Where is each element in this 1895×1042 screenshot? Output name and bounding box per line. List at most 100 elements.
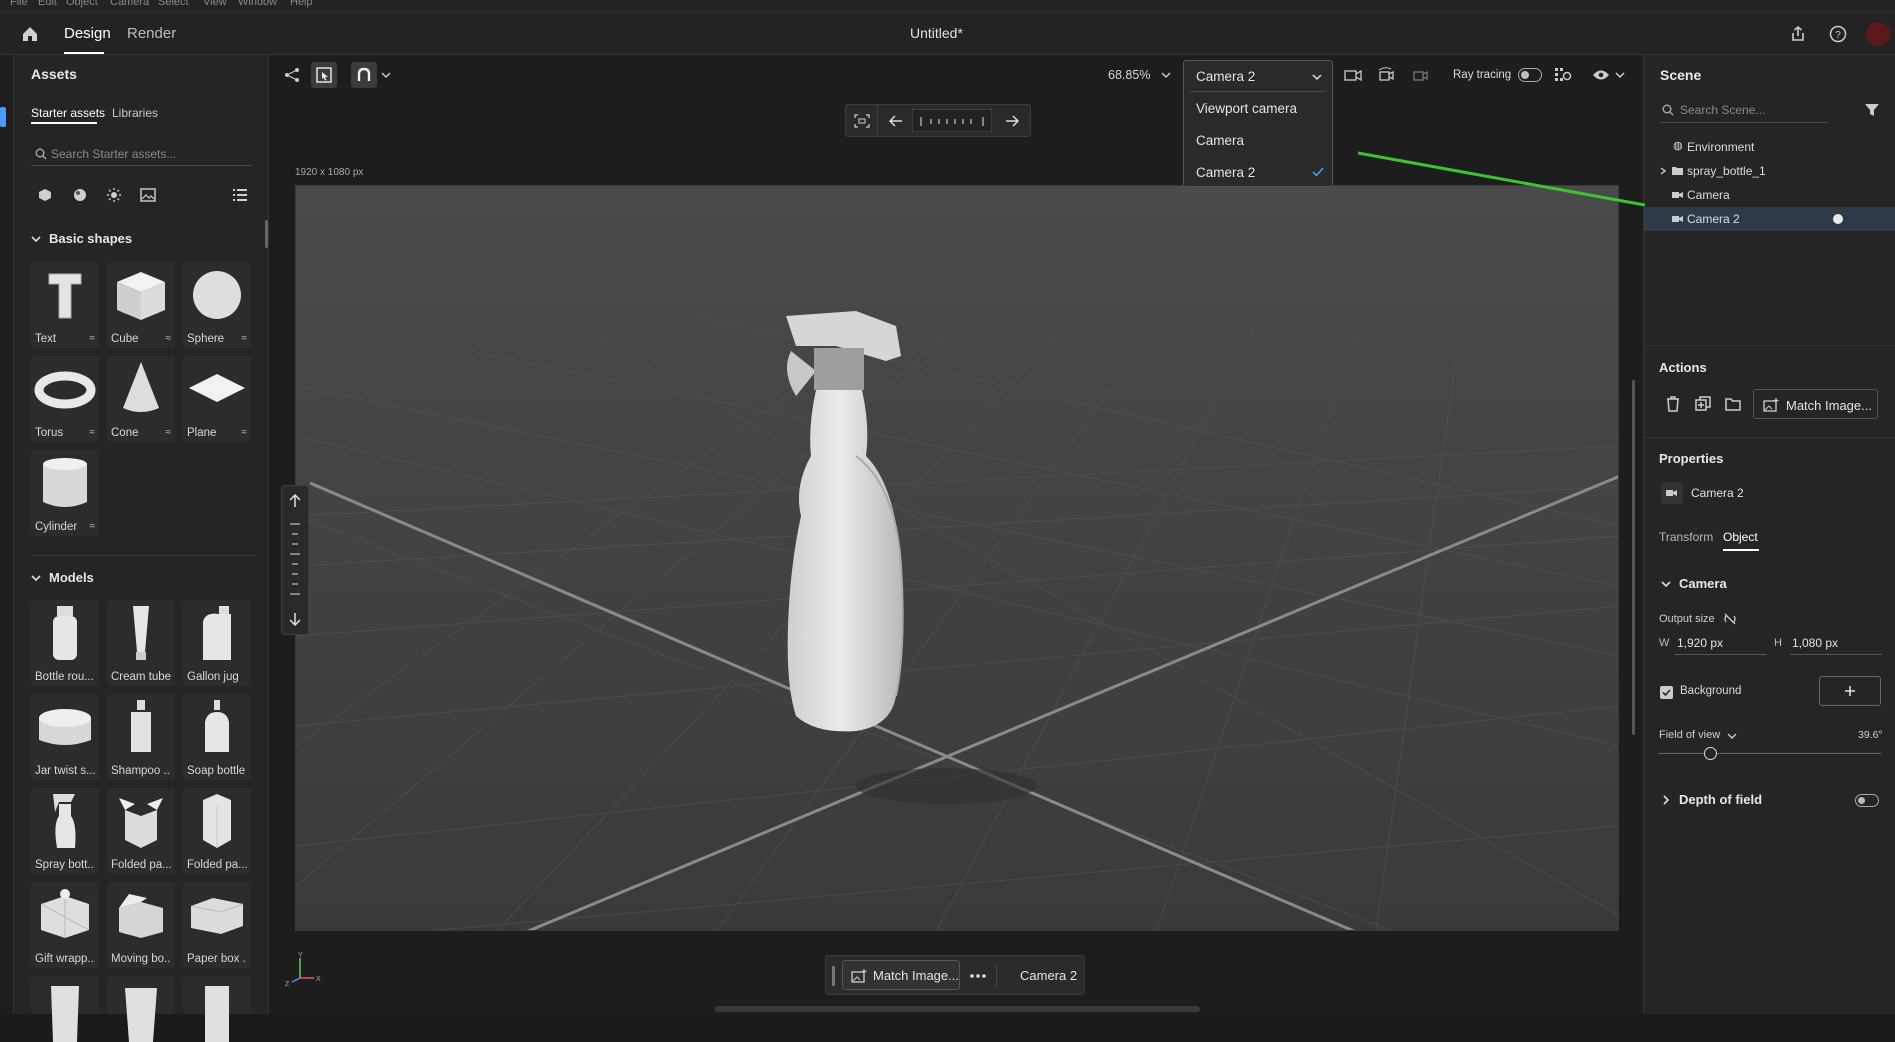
asset-tile-text[interactable]: Text ≈ <box>31 262 99 348</box>
arrow-up-icon[interactable] <box>282 486 308 516</box>
depth-of-field-section-header[interactable]: Depth of field <box>1659 791 1879 811</box>
asset-tile-model[interactable]: Gallon jug <box>183 600 251 686</box>
height-input[interactable]: 1,080 px <box>1790 631 1882 655</box>
folder-icon[interactable] <box>1722 393 1744 415</box>
filter-icon[interactable] <box>1862 100 1882 120</box>
asset-tile-cube[interactable]: Cube ≈ <box>107 262 175 348</box>
arrow-down-icon[interactable] <box>282 604 308 634</box>
vertical-scrub-slider[interactable] <box>285 520 305 600</box>
asset-tile-model[interactable]: Moving bo... <box>107 882 175 968</box>
horizontal-scrollbar[interactable] <box>715 1006 1200 1012</box>
fov-label[interactable]: Field of view <box>1659 729 1720 741</box>
list-view-icon[interactable] <box>230 185 250 205</box>
add-background-button[interactable] <box>1819 676 1881 706</box>
fov-slider-track[interactable] <box>1659 753 1881 754</box>
trash-icon[interactable] <box>1662 393 1684 415</box>
tab-render[interactable]: Render <box>127 25 176 42</box>
adjust-icon[interactable]: ≈ <box>90 427 96 438</box>
adjust-icon[interactable]: ≈ <box>242 333 248 344</box>
asset-tile-model-partial[interactable] <box>183 976 251 1042</box>
images-filter-icon[interactable] <box>138 185 158 205</box>
tab-design[interactable]: Design <box>64 25 111 42</box>
match-image-button[interactable]: Match Image... <box>842 960 960 990</box>
camera-section-header[interactable]: Camera <box>1659 575 1859 593</box>
models-filter-icon[interactable] <box>35 185 55 205</box>
help-icon[interactable]: ? <box>1826 22 1850 46</box>
unlink-icon[interactable] <box>1723 613 1737 625</box>
menu-select[interactable]: Select <box>158 0 189 8</box>
scene-item-camera[interactable]: Camera <box>1643 183 1895 207</box>
render-settings-icon[interactable] <box>1552 65 1574 85</box>
adjust-icon[interactable]: ≈ <box>242 427 248 438</box>
basic-shapes-section-header[interactable]: Basic shapes <box>31 230 231 248</box>
camera-locked-icon[interactable] <box>1409 65 1431 85</box>
menu-edit[interactable]: Edit <box>38 0 57 8</box>
scene-item-spray-bottle[interactable]: spray_bottle_1 <box>1643 159 1895 183</box>
menu-camera[interactable]: Camera <box>110 0 149 8</box>
asset-tile-cylinder[interactable]: Cylinder ≈ <box>31 450 99 536</box>
camera-orbit-icon[interactable] <box>1375 65 1397 85</box>
avatar[interactable] <box>1866 22 1890 46</box>
menu-window[interactable]: Window <box>238 0 277 8</box>
menu-object[interactable]: Object <box>66 0 98 8</box>
materials-filter-icon[interactable] <box>70 185 90 205</box>
menu-file[interactable]: File <box>10 0 28 8</box>
menu-view[interactable]: View <box>203 0 227 8</box>
viewport[interactable] <box>295 185 1619 931</box>
chevron-down-icon[interactable] <box>1727 732 1737 740</box>
share-icon[interactable] <box>1786 22 1810 46</box>
menu-item-camera-2[interactable]: Camera 2 <box>1196 165 1255 180</box>
ray-tracing-toggle[interactable] <box>1518 68 1542 82</box>
horizontal-scrub-slider[interactable] <box>912 109 992 132</box>
more-icon[interactable] <box>966 966 990 986</box>
chevron-down-icon[interactable] <box>380 67 392 83</box>
width-input[interactable]: 1,920 px <box>1675 631 1767 655</box>
adjust-icon[interactable]: ≈ <box>90 521 96 532</box>
tab-libraries[interactable]: Libraries <box>112 106 158 120</box>
arrow-right-icon[interactable] <box>996 105 1028 136</box>
tab-transform[interactable]: Transform <box>1659 530 1713 544</box>
magnet-icon[interactable] <box>351 62 377 88</box>
frame-icon[interactable] <box>846 105 878 136</box>
adjust-icon[interactable]: ≈ <box>166 427 172 438</box>
asset-tile-model[interactable]: Folded pa... <box>183 788 251 874</box>
menu-item-viewport-camera[interactable]: Viewport camera <box>1196 101 1297 116</box>
home-icon[interactable] <box>18 22 42 46</box>
asset-tile-sphere[interactable]: Sphere ≈ <box>183 262 251 348</box>
asset-tile-model-partial[interactable] <box>31 976 99 1042</box>
background-checkbox[interactable] <box>1660 686 1673 699</box>
assets-search-field[interactable]: Search Starter assets... <box>31 142 252 166</box>
asset-tile-model[interactable]: Paper box ... <box>183 882 251 968</box>
camera-add-icon[interactable] <box>1342 65 1364 85</box>
fov-slider-handle[interactable] <box>1704 747 1717 760</box>
scene-item-environment[interactable]: ◍ Environment <box>1643 135 1895 159</box>
asset-tile-model[interactable]: Gift wrapp... <box>31 882 99 968</box>
match-image-button[interactable]: Match Image... <box>1753 389 1878 419</box>
asset-tile-model[interactable]: Jar twist s... <box>31 694 99 780</box>
asset-tile-plane[interactable]: Plane ≈ <box>183 356 251 442</box>
eye-icon[interactable] <box>1590 65 1612 85</box>
assets-scrollbar[interactable] <box>265 220 268 248</box>
graph-icon[interactable] <box>280 63 304 87</box>
asset-tile-model-partial[interactable] <box>107 976 175 1042</box>
tab-object[interactable]: Object <box>1723 530 1758 544</box>
asset-tile-model[interactable]: Shampoo ... <box>107 694 175 780</box>
scene-search-field[interactable]: Search Scene... <box>1660 97 1828 123</box>
lights-filter-icon[interactable] <box>104 185 124 205</box>
adjust-icon[interactable]: ≈ <box>166 333 172 344</box>
duplicate-icon[interactable] <box>1692 393 1714 415</box>
drag-handle[interactable] <box>832 966 835 986</box>
tab-starter-assets[interactable]: Starter assets <box>31 106 105 120</box>
asset-tile-model[interactable]: Cream tube <box>107 600 175 686</box>
chevron-down-icon[interactable] <box>1614 68 1626 82</box>
chevron-right-icon[interactable] <box>1659 167 1667 175</box>
chevron-down-icon[interactable] <box>1160 69 1172 81</box>
adjust-icon[interactable]: ≈ <box>90 333 96 344</box>
zoom-level[interactable]: 68.85% <box>1108 68 1150 82</box>
depth-of-field-toggle[interactable] <box>1855 794 1879 807</box>
active-camera-dot[interactable] <box>1833 214 1843 224</box>
select-tool-icon[interactable] <box>311 62 337 88</box>
models-section-header[interactable]: Models <box>31 569 231 587</box>
asset-tile-model[interactable]: Spray bott... <box>31 788 99 874</box>
asset-tile-model[interactable]: Soap bottle <box>183 694 251 780</box>
